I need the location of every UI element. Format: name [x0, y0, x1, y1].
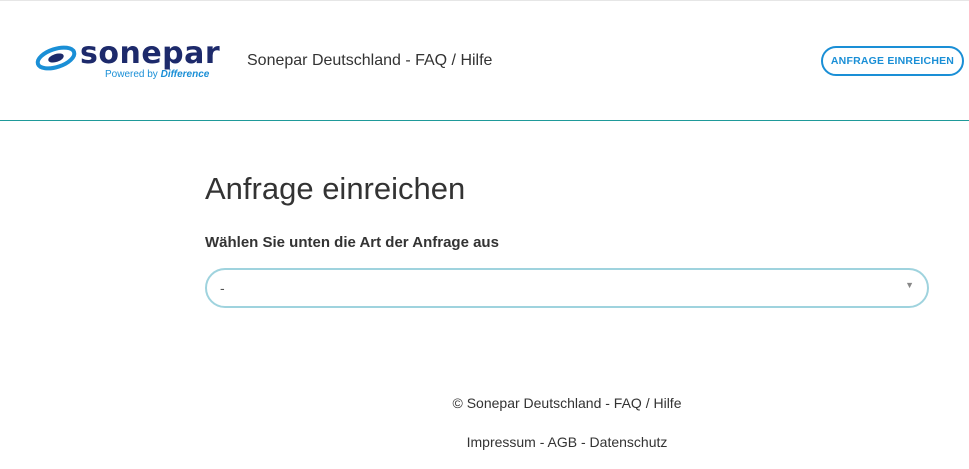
footer-copyright: © Sonepar Deutschland - FAQ / Hilfe — [452, 395, 682, 411]
page-title: Anfrage einreichen — [205, 171, 466, 206]
logo-wordmark: sonepar — [80, 36, 221, 71]
footer-link-agb[interactable]: AGB — [548, 434, 578, 450]
footer-separator: - — [535, 434, 548, 450]
sonepar-logo[interactable]: sonepar Powered by Difference — [34, 36, 224, 84]
footer-links: Impressum - AGB - Datenschutz — [0, 434, 969, 450]
chevron-down-icon: ▼ — [905, 280, 914, 290]
logo-tagline-emphasis: Difference — [160, 69, 210, 80]
footer-separator: - — [577, 434, 590, 450]
footer-link-datenschutz[interactable]: Datenschutz — [590, 434, 668, 450]
footer-link-impressum[interactable]: Impressum — [467, 434, 536, 450]
sonepar-swirl-icon — [35, 45, 77, 71]
request-type-select[interactable]: - ▼ — [205, 268, 929, 308]
site-title[interactable]: Sonepar Deutschland - FAQ / Hilfe — [247, 52, 492, 70]
logo-tagline: Powered by Difference — [105, 69, 209, 80]
request-type-label: Wählen Sie unten die Art der Anfrage aus — [205, 234, 499, 251]
submit-request-button[interactable]: ANFRAGE EINREICHEN — [821, 46, 964, 76]
site-header: sonepar Powered by Difference Sonepar De… — [0, 0, 969, 121]
logo-tagline-prefix: Powered by — [105, 69, 158, 80]
request-type-select-value: - — [220, 280, 225, 296]
